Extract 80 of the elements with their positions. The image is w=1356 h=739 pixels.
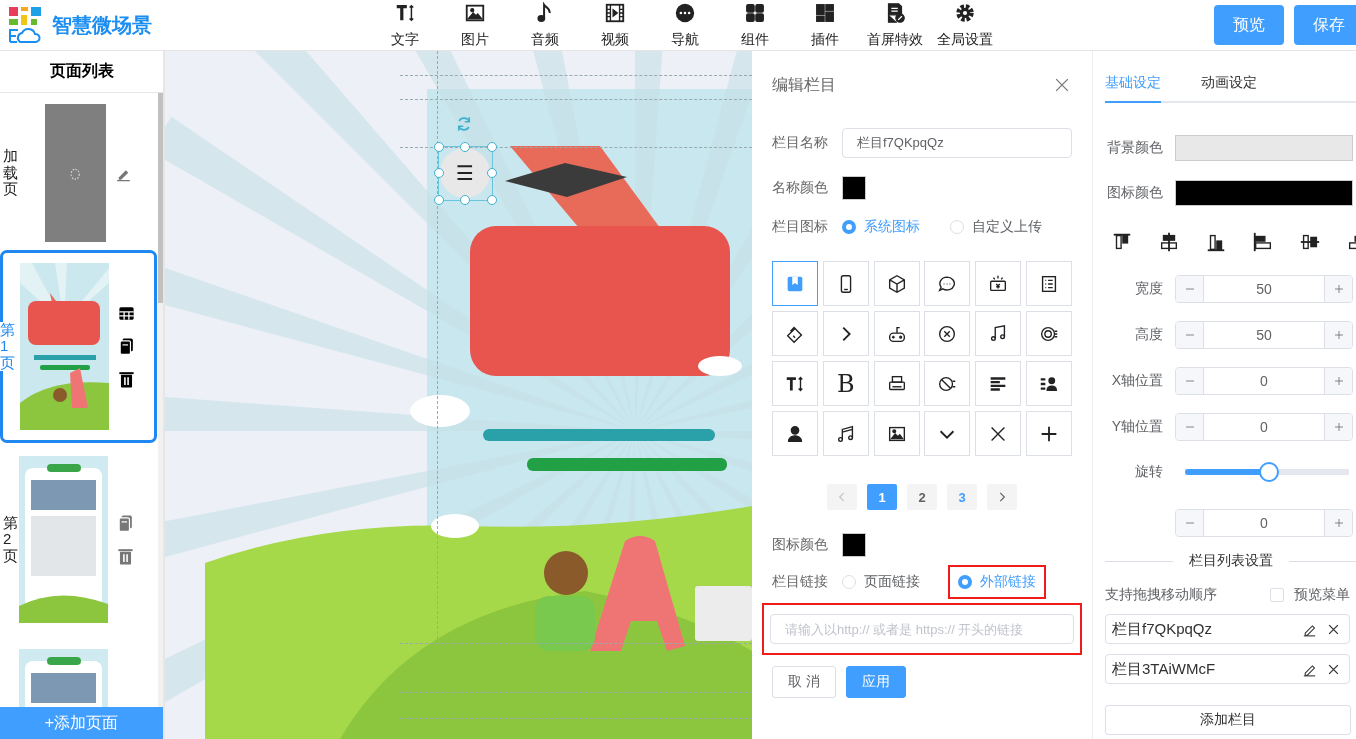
resize-handle[interactable] (487, 195, 497, 205)
align-center-icon[interactable] (1158, 231, 1180, 253)
scrollbar[interactable] (158, 93, 163, 707)
number-stepper[interactable]: 0 (1175, 509, 1353, 537)
item-name: 栏目f7QKpqQz (1112, 619, 1214, 639)
page-label: 加载页 (3, 148, 18, 198)
color-swatch[interactable] (1175, 180, 1353, 206)
copy-icon[interactable] (117, 337, 136, 356)
color-swatch[interactable] (842, 533, 866, 557)
number-stepper[interactable]: 0 (1175, 367, 1353, 395)
dialog-title: 编辑栏目 (772, 74, 836, 95)
field-label: 图标颜色 (1106, 184, 1163, 202)
color-swatch[interactable] (842, 176, 866, 200)
tab[interactable]: 动画设定 (1201, 74, 1257, 103)
toolbar-button[interactable]: 首屏特效 (860, 1, 930, 49)
field-label: 栏目链接 (772, 573, 829, 591)
toolbar-button[interactable]: 导航 (650, 1, 720, 49)
page-item[interactable]: 第1页 (0, 250, 157, 443)
resize-handle[interactable] (487, 142, 497, 152)
grid-icon (744, 1, 766, 24)
page-number[interactable]: 2 (907, 484, 937, 510)
field-label: 宽度 (1134, 280, 1163, 298)
toolbar-button[interactable]: 文字 (370, 1, 440, 49)
page-item[interactable]: 加载页 (0, 96, 157, 250)
field-label: Y轴位置 (1110, 418, 1163, 436)
page-label: 第2页 (3, 514, 18, 565)
resize-handle[interactable] (460, 142, 470, 152)
checkbox[interactable] (1270, 588, 1284, 602)
field-label: 栏目图标 (772, 218, 829, 236)
number-stepper[interactable]: 0 (1175, 413, 1353, 441)
slider-thumb[interactable] (1258, 462, 1279, 482)
icon-option[interactable]: B (822, 361, 869, 406)
number-stepper[interactable]: 50 (1175, 321, 1353, 349)
plus-icon (1332, 421, 1345, 433)
radio-option[interactable]: 页面链接 (842, 567, 928, 597)
resize-handle[interactable] (434, 142, 444, 152)
color-swatch[interactable] (1175, 135, 1353, 161)
toolbar-button[interactable]: 全局设置 (930, 1, 1000, 49)
section-title: 栏目列表设置 (1188, 552, 1273, 570)
panel-title: 页面列表 (0, 51, 163, 93)
preview-menu-checkbox[interactable]: 预览菜单 (1270, 586, 1350, 604)
logo-icon (8, 6, 42, 44)
field-label: 名称颜色 (772, 179, 829, 197)
menu-item-row[interactable]: 栏目f7QKpqQz (1105, 614, 1350, 644)
delete-icon[interactable] (117, 370, 136, 389)
menu-item-row[interactable]: 栏目3TAiWMcF (1105, 654, 1350, 684)
plus-icon (1332, 283, 1345, 295)
field-label: 栏目名称 (772, 134, 829, 152)
field-label: 背景颜色 (1106, 139, 1163, 157)
item-name: 栏目3TAiWMcF (1112, 659, 1217, 679)
cancel-button[interactable]: 取 消 (772, 666, 836, 698)
plus-icon (1332, 375, 1345, 387)
align-left-icon[interactable] (1252, 231, 1274, 253)
number-stepper[interactable]: 50 (1175, 275, 1353, 303)
plus-icon (1332, 329, 1345, 341)
film-icon (604, 1, 626, 24)
app-name: 智慧微场景 (52, 12, 152, 38)
scrollbar-thumb[interactable] (158, 93, 163, 303)
plus-icon (1332, 517, 1345, 529)
resize-handle[interactable] (460, 195, 470, 205)
toolbar-button[interactable]: 图片 (440, 1, 510, 49)
hint-text: 支持拖拽移动顺序 (1105, 586, 1217, 604)
toolbar-button[interactable]: 插件 (790, 1, 860, 49)
field-label: 图标颜色 (772, 536, 829, 554)
resize-handle[interactable] (434, 168, 444, 178)
add-item-button[interactable]: 添加栏目 (1105, 705, 1351, 735)
radio-option[interactable]: 自定义上传 (950, 212, 1050, 242)
link-field[interactable]: 请输入以http:// 或者是 https:// 开头的链接 (770, 614, 1074, 644)
resize-handle[interactable] (434, 195, 444, 205)
layout-icon (814, 1, 836, 24)
toolbar-button[interactable]: 音频 (510, 1, 580, 49)
table-icon[interactable] (117, 304, 136, 323)
resize-handle[interactable] (487, 168, 497, 178)
toolbar-button[interactable]: 视频 (580, 1, 650, 49)
toolbar-button[interactable]: 组件 (720, 1, 790, 49)
name-field[interactable]: 栏目f7QKpqQz (842, 128, 1072, 158)
field-label: X轴位置 (1110, 372, 1163, 390)
field-label: 旋转 (1134, 463, 1163, 481)
field-label: 高度 (1134, 326, 1163, 344)
page-label: 第1页 (0, 321, 15, 372)
